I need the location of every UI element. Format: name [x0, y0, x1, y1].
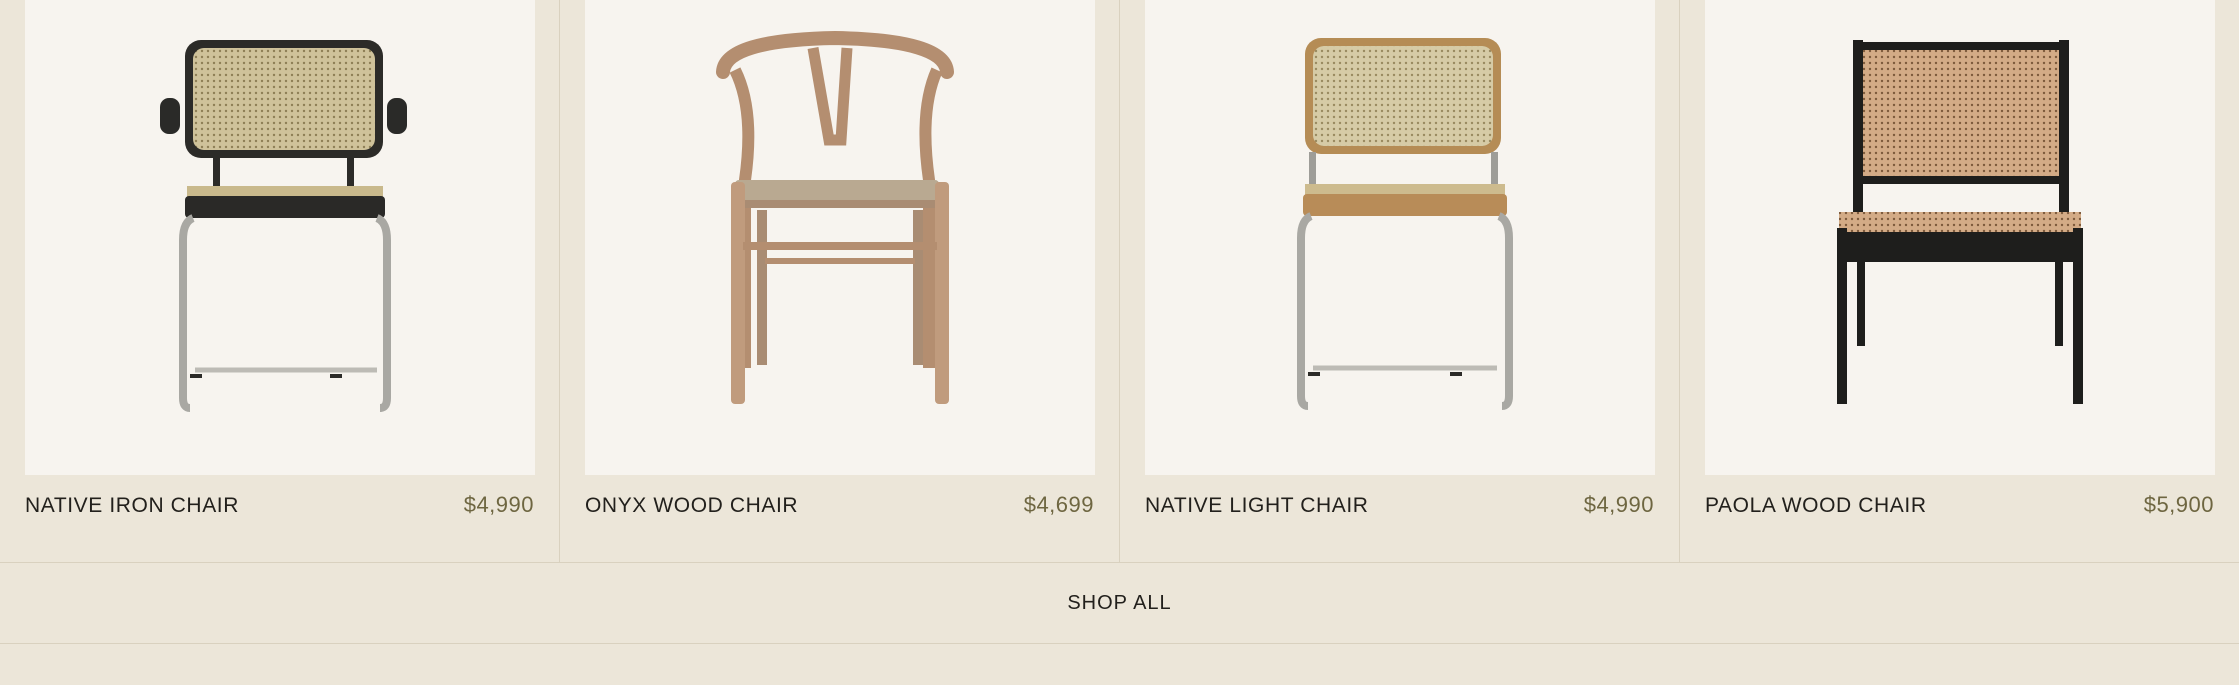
product-name[interactable]: NATIVE IRON CHAIR [25, 494, 239, 518]
product-name[interactable]: PAOLA WOOD CHAIR [1705, 494, 1927, 518]
chair-image-icon [160, 40, 407, 412]
product-image[interactable] [1705, 0, 2215, 475]
chair-image-icon [1837, 40, 2083, 404]
shop-all-button[interactable]: SHOP ALL [0, 562, 2239, 644]
product-name[interactable]: NATIVE LIGHT CHAIR [1145, 494, 1369, 518]
product-price: $5,900 [2143, 492, 2214, 517]
chair-image-icon [1297, 38, 1513, 410]
product-card[interactable]: PAOLA WOOD CHAIR $5,900 [1680, 0, 2239, 562]
product-card[interactable]: NATIVE LIGHT CHAIR $4,990 [1120, 0, 1680, 562]
product-card[interactable]: ONYX WOOD CHAIR $4,699 [560, 0, 1120, 562]
product-price: $4,699 [1023, 492, 1094, 517]
product-price: $4,990 [463, 492, 534, 517]
product-price: $4,990 [1583, 492, 1654, 517]
chair-image-icon [716, 30, 954, 404]
product-image[interactable] [585, 0, 1095, 475]
product-image[interactable] [1145, 0, 1655, 475]
product-name[interactable]: ONYX WOOD CHAIR [585, 494, 798, 518]
product-grid: NATIVE IRON CHAIR $4,990 ONYX WOOD CHAIR… [0, 0, 2239, 562]
product-image[interactable] [25, 0, 535, 475]
product-card[interactable]: NATIVE IRON CHAIR $4,990 [0, 0, 560, 562]
